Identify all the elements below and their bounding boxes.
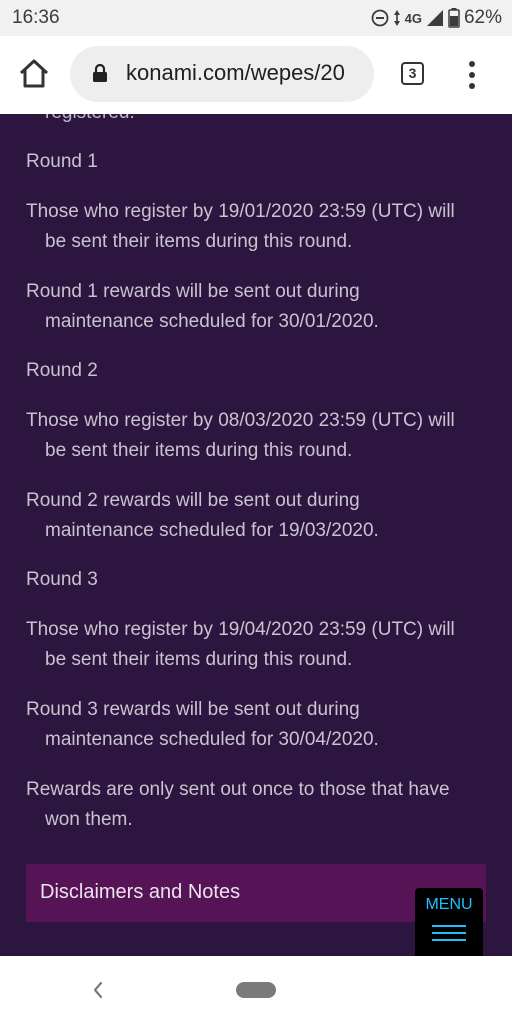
paragraph-line: Those who register by 08/03/2020 23:59 (… xyxy=(26,410,455,431)
battery-percent: 62% xyxy=(463,7,502,28)
signal-icon xyxy=(426,9,444,27)
paragraph-line: Round 1 xyxy=(26,151,98,172)
round-2-heading: Round 2 xyxy=(26,356,486,386)
url-text: konami.com/wepes/20 xyxy=(126,60,345,85)
menu-label: MENU xyxy=(425,896,473,913)
page-content: registered. Round 1 Those who register b… xyxy=(0,114,512,956)
clipped-text: registered. xyxy=(45,114,135,124)
paragraph-line: Round 1 rewards will be sent out during xyxy=(26,281,360,302)
home-icon[interactable] xyxy=(16,56,52,92)
round-1-rewards-text: Round 1 rewards will be sent out during … xyxy=(26,277,486,337)
paragraph-line: Those who register by 19/01/2020 23:59 (… xyxy=(26,201,455,222)
hamburger-line-icon xyxy=(432,932,466,934)
round-3-register-text: Those who register by 19/04/2020 23:59 (… xyxy=(26,615,486,675)
paragraph-line: Round 3 rewards will be sent out during xyxy=(26,699,360,720)
paragraph-line: be sent their items during this round. xyxy=(45,440,353,461)
status-time: 16:36 xyxy=(12,7,60,28)
back-icon[interactable] xyxy=(88,978,108,1007)
battery-icon xyxy=(448,8,460,28)
data-arrows-icon xyxy=(393,10,401,26)
tab-switcher-button[interactable]: 3 xyxy=(401,62,424,85)
lock-icon xyxy=(92,63,108,88)
paragraph-line: maintenance scheduled for 30/01/2020. xyxy=(45,311,379,332)
more-vert-icon[interactable] xyxy=(462,56,482,94)
paragraph-line: be sent their items during this round. xyxy=(45,231,353,252)
address-bar[interactable]: konami.com/wepes/20 xyxy=(70,46,374,102)
paragraph-line: Round 2 xyxy=(26,360,98,381)
hamburger-line-icon xyxy=(432,939,466,941)
disclaimers-label: Disclaimers and Notes xyxy=(40,881,241,903)
paragraph-line: maintenance scheduled for 19/03/2020. xyxy=(45,520,379,541)
paragraph-line: won them. xyxy=(45,809,133,830)
round-3-rewards-text: Round 3 rewards will be sent out during … xyxy=(26,695,486,755)
hamburger-line-icon xyxy=(432,925,466,927)
home-pill-icon[interactable] xyxy=(236,982,276,998)
round-2-register-text: Those who register by 08/03/2020 23:59 (… xyxy=(26,406,486,466)
paragraph-line: Round 2 rewards will be sent out during xyxy=(26,490,360,511)
paragraph-line: maintenance scheduled for 30/04/2020. xyxy=(45,729,379,750)
paragraph-line: Rewards are only sent out once to those … xyxy=(26,779,450,800)
menu-button[interactable]: MENU xyxy=(415,888,483,956)
network-type: 4G xyxy=(404,10,422,26)
system-nav-bar xyxy=(0,956,512,1024)
browser-toolbar: konami.com/wepes/20 3 xyxy=(0,36,512,115)
round-1-heading: Round 1 xyxy=(26,147,486,177)
round-2-rewards-text: Round 2 rewards will be sent out during … xyxy=(26,486,486,546)
status-bar: 16:36 4G 62% xyxy=(0,0,512,36)
round-1-register-text: Those who register by 19/01/2020 23:59 (… xyxy=(26,197,486,257)
paragraph-line: be sent their items during this round. xyxy=(45,649,353,670)
paragraph-line: Those who register by 19/04/2020 23:59 (… xyxy=(26,619,455,640)
do-not-disturb-icon xyxy=(371,9,389,27)
status-icons: 4G 62% xyxy=(371,7,502,29)
round-3-heading: Round 3 xyxy=(26,565,486,595)
paragraph-line: Round 3 xyxy=(26,569,98,590)
rewards-note: Rewards are only sent out once to those … xyxy=(26,775,486,835)
